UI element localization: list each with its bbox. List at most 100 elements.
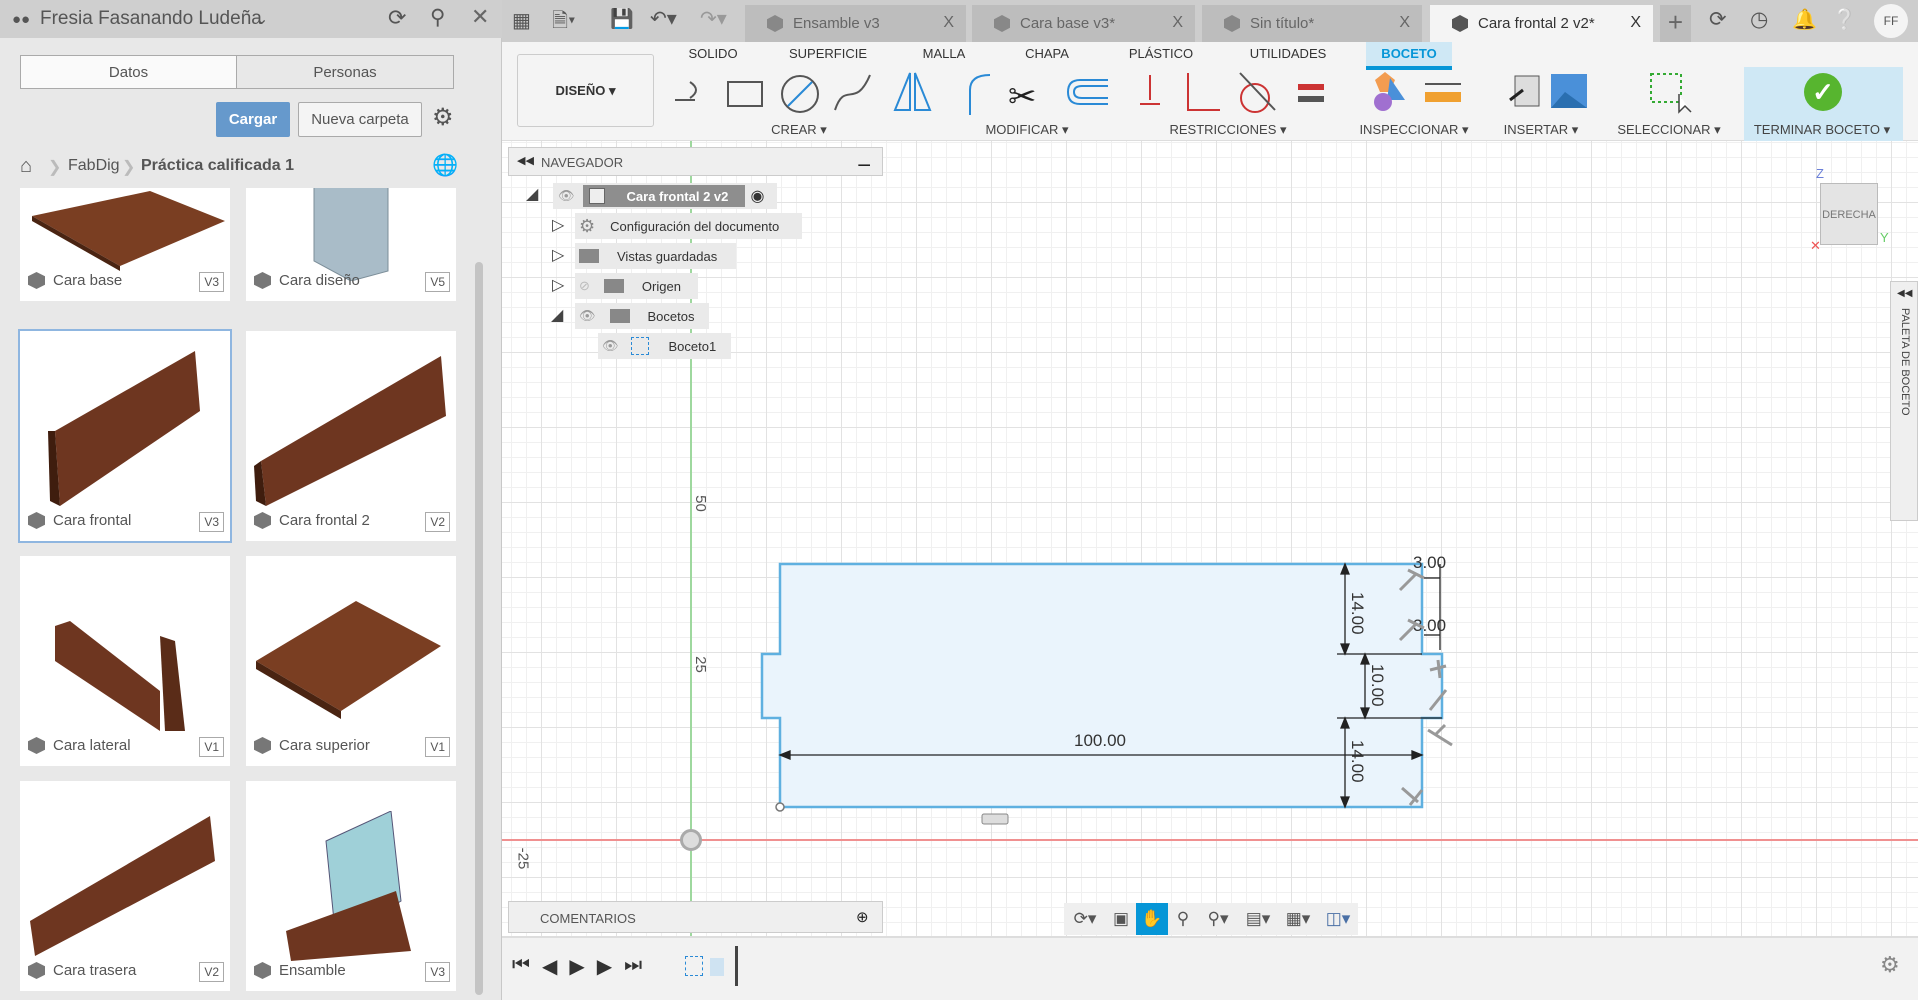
avatar[interactable]: FF	[1874, 4, 1908, 38]
file-card[interactable]: Cara trasera V2	[20, 781, 230, 991]
version-badge[interactable]: V5	[425, 272, 450, 292]
redo-icon[interactable]: ↷▾	[700, 6, 727, 31]
version-badge[interactable]: V3	[425, 962, 450, 982]
view-cube[interactable]: DERECHA	[1820, 183, 1878, 245]
tree-item-sketches[interactable]: 👁 Bocetos	[575, 303, 709, 329]
timeline-feature-icon[interactable]	[710, 958, 724, 976]
file-card[interactable]: Cara superior V1	[246, 556, 456, 766]
save-icon[interactable]: 💾	[610, 7, 634, 31]
timeline-sketch-icon[interactable]	[685, 956, 703, 976]
dimension-offset-1[interactable]: 3.00	[1413, 553, 1446, 572]
help-icon[interactable]: ❔	[1832, 7, 1857, 32]
orbit-icon[interactable]: ⟳▾	[1064, 909, 1106, 929]
tab-utilidades[interactable]: UTILIDADES	[1250, 46, 1327, 61]
scrollbar[interactable]	[475, 262, 483, 995]
version-badge[interactable]: V1	[199, 737, 224, 757]
file-card[interactable]: Cara base V3	[20, 188, 230, 301]
look-at-icon[interactable]: ▣	[1106, 909, 1136, 929]
close-icon[interactable]: X	[1172, 14, 1183, 32]
eye-icon[interactable]: 👁	[602, 338, 619, 354]
workspace-dropdown[interactable]: DISEÑO ▾	[517, 54, 654, 127]
pan-hand-icon[interactable]: ✋	[1136, 903, 1168, 935]
version-badge[interactable]: V3	[199, 512, 224, 532]
tree-item-origin[interactable]: ⊘ Origen	[575, 273, 698, 299]
globe-icon[interactable]: 🌐	[432, 154, 458, 178]
tab-cara-base[interactable]: Cara base v3* X	[972, 5, 1195, 42]
dimension-width[interactable]: 100.00	[1074, 731, 1126, 750]
close-icon[interactable]: X	[1630, 14, 1641, 32]
group-seleccionar[interactable]: SELECCIONAR ▾	[1617, 122, 1720, 138]
file-card[interactable]: Ensamble V3	[246, 781, 456, 991]
new-tab-button[interactable]: +	[1660, 5, 1691, 42]
collapse-icon[interactable]: ◀◀	[517, 154, 534, 167]
tab-datos[interactable]: Datos	[20, 55, 237, 89]
step-back-icon[interactable]: ◀	[542, 954, 557, 979]
tab-plastico[interactable]: PLÁSTICO	[1129, 46, 1193, 61]
modify-constraint-tools[interactable]	[1060, 70, 1390, 115]
tab-superficie[interactable]: SUPERFICIE	[789, 46, 867, 61]
job-status-icon[interactable]: ◷	[1750, 7, 1768, 32]
expand-arrow-icon[interactable]: ▷	[552, 245, 564, 265]
undo-icon[interactable]: ↶▾	[650, 6, 677, 31]
extensions-icon[interactable]: ⟳	[1709, 7, 1727, 32]
checkmark-icon[interactable]: ✓	[1804, 73, 1842, 111]
tree-item-sketch1[interactable]: 👁 Boceto1	[598, 333, 731, 359]
gear-icon[interactable]: ⚙	[432, 103, 454, 132]
version-badge[interactable]: V1	[425, 737, 450, 757]
timeline-marker[interactable]	[735, 946, 738, 986]
expand-arrow-icon[interactable]: ▷	[552, 215, 564, 235]
grid-icon[interactable]: ▦▾	[1278, 909, 1318, 929]
chevron-down-icon[interactable]: ⌄	[255, 9, 268, 29]
dimension-height-top[interactable]: 14.00	[1348, 592, 1367, 635]
new-folder-button[interactable]: Nueva carpeta	[298, 102, 422, 137]
home-icon[interactable]: ⌂	[20, 155, 32, 178]
user-name[interactable]: Fresia Fasanando Ludeña	[40, 8, 262, 30]
search-icon[interactable]: ⚲	[430, 5, 445, 30]
group-insertar[interactable]: INSERTAR ▾	[1504, 122, 1579, 138]
tree-item-saved-views[interactable]: Vistas guardadas	[575, 243, 736, 269]
dimension-height-bottom[interactable]: 14.00	[1348, 740, 1367, 783]
file-card[interactable]: Cara lateral V1	[20, 556, 230, 766]
group-restricciones[interactable]: RESTRICCIONES ▾	[1169, 122, 1286, 138]
tab-ensamble[interactable]: Ensamble v3 X	[745, 5, 966, 42]
expanded-arrow-icon[interactable]: ◢	[551, 305, 563, 325]
tree-item-document-settings[interactable]: ⚙ Configuración del documento	[575, 213, 802, 239]
expand-arrow-icon[interactable]: ▷	[552, 275, 564, 295]
minimize-icon[interactable]: ⚊	[857, 151, 871, 171]
gear-icon[interactable]: ⚙	[1880, 952, 1900, 978]
skip-start-icon[interactable]: ⏮	[512, 954, 530, 979]
eye-hidden-icon[interactable]: ⊘	[579, 278, 590, 294]
activate-radio-icon[interactable]: ◉	[751, 186, 765, 206]
file-icon[interactable]: 🗎▾	[552, 6, 575, 40]
display-settings-icon[interactable]: ▤▾	[1238, 909, 1278, 929]
tab-boceto[interactable]: BOCETO	[1381, 46, 1436, 61]
view-cube-face[interactable]: DERECHA	[1822, 209, 1876, 221]
close-icon[interactable]: ✕	[471, 4, 489, 30]
origin-point[interactable]	[680, 829, 702, 851]
step-forward-icon[interactable]: ▶	[597, 954, 612, 979]
group-crear[interactable]: CREAR ▾	[771, 122, 827, 138]
eye-icon[interactable]: 👁	[558, 188, 575, 204]
group-modificar[interactable]: MODIFICAR ▾	[985, 122, 1068, 138]
tab-sin-titulo[interactable]: Sin título* X	[1202, 5, 1422, 42]
viewports-icon[interactable]: ◫▾	[1318, 909, 1358, 929]
upload-button[interactable]: Cargar	[216, 102, 290, 137]
expand-icon[interactable]: ◀◀	[1897, 288, 1912, 299]
add-comment-icon[interactable]: ⊕	[856, 908, 869, 926]
apps-grid-icon[interactable]: ▦	[512, 8, 531, 33]
eye-icon[interactable]: 👁	[579, 308, 596, 324]
expanded-arrow-icon[interactable]: ◢	[526, 184, 538, 204]
version-badge[interactable]: V2	[425, 512, 450, 532]
file-card[interactable]: Cara frontal V3	[18, 329, 232, 543]
file-card[interactable]: Cara frontal 2 V2	[246, 331, 456, 541]
skip-end-icon[interactable]: ⏭	[624, 954, 642, 979]
file-card[interactable]: Cara diseño V5	[246, 188, 456, 301]
fit-icon[interactable]: ⚲▾	[1198, 909, 1238, 929]
close-icon[interactable]: X	[1399, 14, 1410, 32]
tab-personas[interactable]: Personas	[236, 55, 454, 89]
breadcrumb-fabdig[interactable]: FabDig	[68, 157, 120, 175]
create-tools[interactable]: ✂	[670, 70, 1040, 115]
close-icon[interactable]: X	[943, 14, 954, 32]
refresh-icon[interactable]: ⟳	[388, 5, 406, 31]
sketch-palette-tab[interactable]: ◀◀ PALETA DE BOCETO	[1890, 281, 1918, 521]
